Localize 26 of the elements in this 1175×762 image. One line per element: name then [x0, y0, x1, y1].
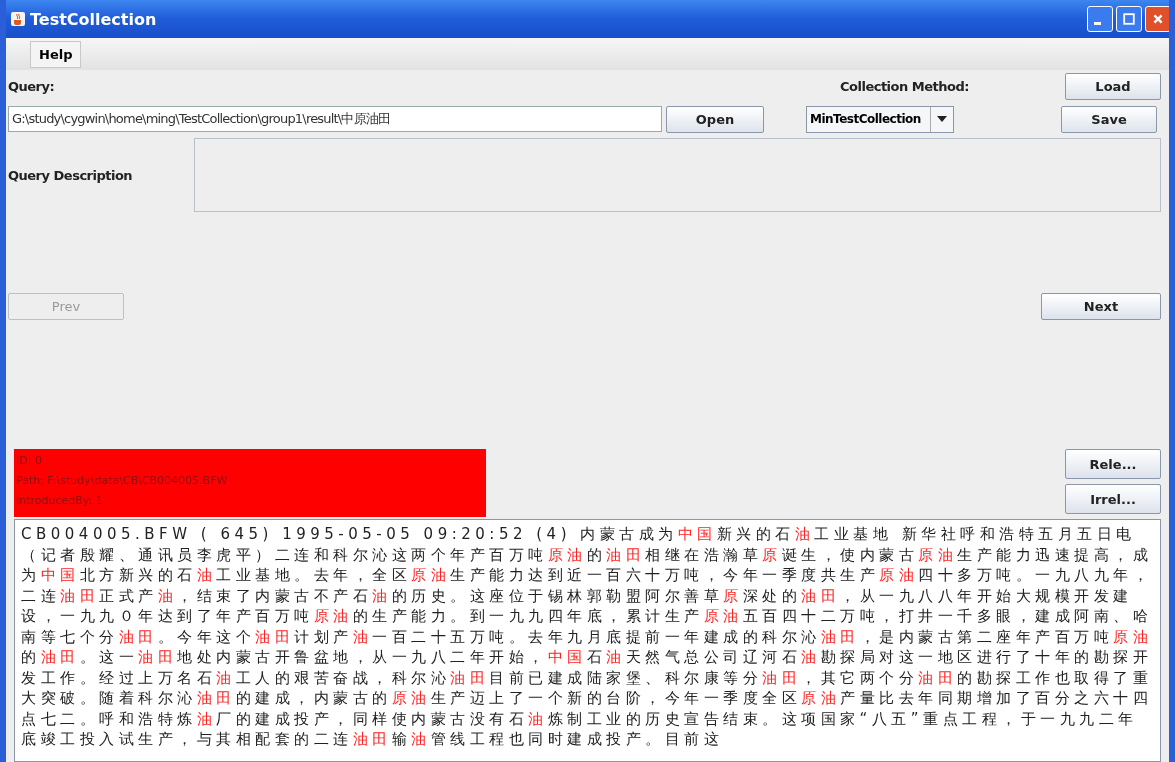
cup-icon	[10, 11, 26, 27]
query-description-label: Query Description	[8, 167, 134, 183]
open-button[interactable]: Open	[666, 105, 764, 133]
query-path-field[interactable]: G:\study\cygwin\home\ming\TestCollection\group1\result\中原油田	[8, 106, 662, 132]
minimize-icon	[1094, 21, 1101, 25]
window-title: TestCollection	[30, 9, 158, 29]
maximize-button[interactable]	[1116, 6, 1142, 32]
collection-method-dropdown[interactable]: MinTestCollection	[806, 105, 954, 133]
irrelevant-button[interactable]: Irrel...	[1065, 484, 1161, 514]
info-text: IntroducedBy: 1	[16, 493, 104, 509]
info-text: ID: 0	[16, 453, 43, 469]
next-button[interactable]: Next	[1041, 292, 1161, 320]
query-description-field[interactable]	[194, 138, 1161, 212]
info-text: Path: F:\study\data\CB\CB004005.BFW	[16, 473, 229, 489]
relevant-button[interactable]: Rele...	[1065, 449, 1161, 479]
maximize-icon	[1123, 13, 1135, 25]
dropdown-arrow-icon	[937, 116, 947, 122]
collection-method-label: Collection Method:	[840, 78, 970, 94]
query-label: Query:	[8, 78, 56, 94]
load-button[interactable]: Load	[1065, 72, 1161, 100]
close-button[interactable]	[1145, 6, 1169, 32]
save-button[interactable]: Save	[1061, 105, 1157, 133]
close-icon	[1152, 13, 1164, 25]
menu-item[interactable]: Help	[30, 40, 82, 68]
minimize-button[interactable]	[1087, 6, 1113, 32]
document-text: CB004005.BFW ( 645) 1995-05-05 09:20:52 (4) 内蒙古成为 中国 新兴的石 油 工业基地 新华社呼和浩特五月五日电（记者殷耀、通讯员李虎平）二连和科尔沁这两个年产百万吨 原油 的 油田 相继在浩瀚草 原 诞生，使内蒙古 原油 生产能力迅速提高，成为 中国 北方新兴的石 油 工业基地。去年，全区 原油 生产能力达到近一百六十万吨，今年一季度共生产 原油 四十多万吨。一九八九年，二连 油田 正式产 油，结束了内蒙古不产石 油 的历史。这座位于锡林郭勒盟阿尔善草 原 深处的 油田，从一九八八年开始大规模开发建设，一九九０年达到了年产百万吨 原油 的生产能力。到一九九四年底，累计生产 原油 五百四十二万吨，打井一千多眼，建成阿南、哈南等七个分 油田。今年这个 油田 计划产 油 一百二十五万吨。去年九月底提前一年建成的科尔沁 油田，是内蒙古第二座年产百万吨 原油 的 油田。这一 油田 地处内蒙古开鲁盆地，从一九八二年开始，中国 石 油 天然气总公司辽河石 油 勘探局对这一地区进行了十年的勘探开发工作。经过上万名石 油 工人的艰苦奋战，科尔沁 油田 目前已建成陆家堡、科尔康等分 油田，其它两个分 油田 的勘探工作也取得了重大突破。随着科尔沁 油田 的建成，内蒙古的 原油 生产迈上了一个新的台阶，今年一季度全区 原油 产量比去年同期增加了百分之六十四点七二。呼和浩特炼 油 厂的建成投产，同样使内蒙古没有石 油 炼制工业的历史宣告结束。这项国家“八五”重点工程，于一九九二年底竣工投入试生产，与其相配套的二连 油田 输 油 管线工程也同时建成投产。目前这	[21, 524, 1153, 750]
